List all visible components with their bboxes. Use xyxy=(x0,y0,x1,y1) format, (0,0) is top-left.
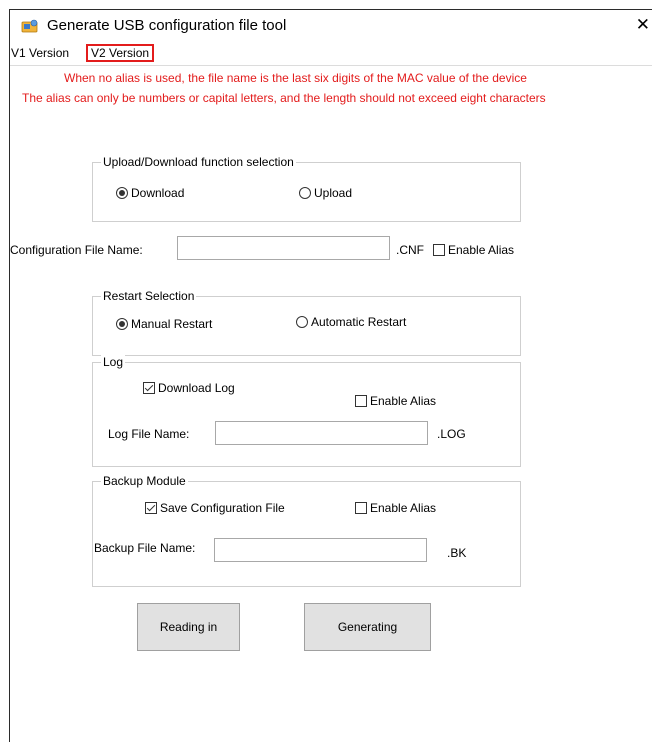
download-radio-label: Download xyxy=(131,186,185,200)
upload-download-group: Upload/Download function selection Downl… xyxy=(92,155,521,222)
config-enable-alias-checkbox[interactable]: Enable Alias xyxy=(433,243,514,257)
backup-alias-box xyxy=(355,502,367,514)
download-radio-indicator xyxy=(116,187,128,199)
log-alias-box xyxy=(355,395,367,407)
tab-v1-version[interactable]: V1 Version xyxy=(11,46,69,60)
download-log-checkbox[interactable]: Download Log xyxy=(143,381,235,395)
manual-restart-indicator xyxy=(116,318,128,330)
tab-bar: V1 Version V2 Version xyxy=(10,43,652,65)
download-log-box xyxy=(143,382,155,394)
restart-selection-legend: Restart Selection xyxy=(101,289,197,303)
upload-download-legend: Upload/Download function selection xyxy=(101,155,296,169)
tab-divider xyxy=(10,65,652,66)
backup-file-ext: .BK xyxy=(447,546,467,560)
title-bar: Generate USB configuration file tool ✕ xyxy=(10,10,652,42)
reading-in-button[interactable]: Reading in xyxy=(137,603,240,651)
notice-alias-rules: The alias can only be numbers or capital… xyxy=(22,91,546,105)
main-window: Generate USB configuration file tool ✕ V… xyxy=(9,9,652,742)
download-log-label: Download Log xyxy=(158,381,235,395)
upload-radio-indicator xyxy=(299,187,311,199)
save-config-label: Save Configuration File xyxy=(160,501,285,515)
upload-radio[interactable]: Upload xyxy=(299,186,352,200)
restart-selection-group: Restart Selection Manual Restart Automat… xyxy=(92,289,521,356)
window-title: Generate USB configuration file tool xyxy=(47,17,287,34)
log-group: Log Download Log Enable Alias Log File N… xyxy=(92,355,521,467)
automatic-restart-label: Automatic Restart xyxy=(311,315,407,329)
log-alias-label: Enable Alias xyxy=(370,394,437,408)
log-file-ext: .LOG xyxy=(437,427,466,441)
generating-button[interactable]: Generating xyxy=(304,603,431,651)
close-icon[interactable]: ✕ xyxy=(636,15,650,35)
download-radio[interactable]: Download xyxy=(116,186,184,200)
backup-enable-alias-checkbox[interactable]: Enable Alias xyxy=(355,501,436,515)
config-alias-label: Enable Alias xyxy=(448,243,515,257)
backup-module-legend: Backup Module xyxy=(101,474,188,488)
upload-radio-label: Upload xyxy=(314,186,353,200)
automatic-restart-radio[interactable]: Automatic Restart xyxy=(296,315,406,329)
manual-restart-label: Manual Restart xyxy=(131,317,213,331)
backup-alias-label: Enable Alias xyxy=(370,501,437,515)
tab-v2-version[interactable]: V2 Version xyxy=(86,44,155,62)
manual-restart-radio[interactable]: Manual Restart xyxy=(116,317,212,331)
config-file-label: Configuration File Name: xyxy=(10,243,143,257)
app-icon xyxy=(21,19,38,33)
log-legend: Log xyxy=(101,355,126,369)
save-config-box xyxy=(145,502,157,514)
log-file-input[interactable] xyxy=(215,421,428,445)
save-config-checkbox[interactable]: Save Configuration File xyxy=(145,501,285,515)
notice-no-alias: When no alias is used, the file name is … xyxy=(64,71,527,85)
log-enable-alias-checkbox[interactable]: Enable Alias xyxy=(355,394,436,408)
log-file-label: Log File Name: xyxy=(108,427,190,441)
config-alias-box xyxy=(433,244,445,256)
config-file-input[interactable] xyxy=(177,236,390,260)
config-file-ext: .CNF xyxy=(396,243,424,257)
backup-file-label: Backup File Name: xyxy=(94,541,196,555)
automatic-restart-indicator xyxy=(296,316,308,328)
backup-file-input[interactable] xyxy=(214,538,427,562)
backup-module-group: Backup Module Save Configuration File En… xyxy=(92,474,521,587)
